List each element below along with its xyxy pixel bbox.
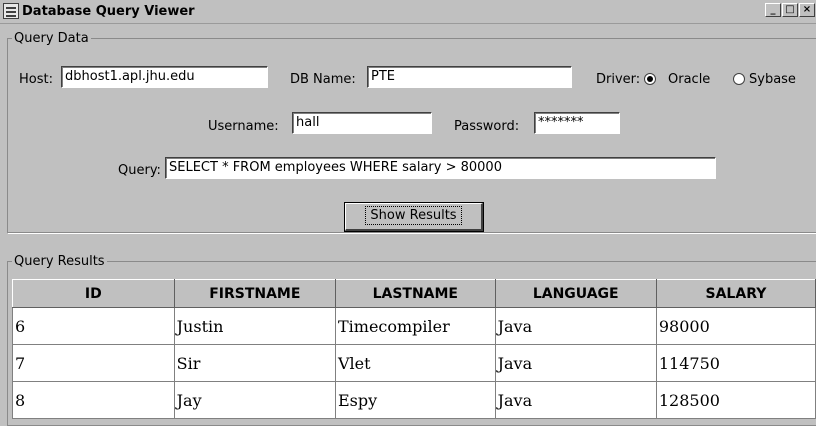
host-input[interactable]: dbhost1.apl.jhu.edu	[61, 66, 268, 88]
show-results-button[interactable]: Show Results	[344, 202, 484, 232]
cell-lastname[interactable]: Timecompiler	[334, 307, 496, 345]
table-row[interactable]: 8 Jay Espy Java 128500	[12, 381, 816, 419]
cell-firstname[interactable]: Jay	[173, 381, 336, 419]
query-label: Query:	[118, 163, 161, 178]
password-label: Password:	[454, 119, 520, 134]
cell-lastname[interactable]: Vlet	[334, 344, 496, 382]
app-icon[interactable]	[3, 3, 19, 19]
password-input[interactable]: *******	[534, 112, 620, 134]
close-button[interactable]: ×	[799, 3, 815, 17]
cell-salary[interactable]: 114750	[655, 344, 816, 382]
column-header-firstname[interactable]: FIRSTNAME	[173, 279, 336, 308]
username-label: Username:	[208, 119, 279, 134]
query-results-legend: Query Results	[14, 254, 105, 269]
dbname-label: DB Name:	[290, 72, 356, 87]
show-results-label: Show Results	[365, 206, 462, 225]
cell-id[interactable]: 8	[12, 381, 175, 419]
dbname-input[interactable]: PTE	[367, 66, 572, 88]
driver-label: Driver:	[596, 72, 641, 87]
cell-language[interactable]: Java	[494, 381, 657, 419]
column-header-id[interactable]: ID	[12, 279, 175, 308]
table-row[interactable]: 7 Sir Vlet Java 114750	[12, 344, 816, 382]
window-title: Database Query Viewer	[22, 4, 195, 19]
title-bar[interactable]: Database Query Viewer _ □ ×	[0, 0, 816, 24]
table-row[interactable]: 6 Justin Timecompiler Java 98000	[12, 307, 816, 345]
query-data-legend: Query Data	[14, 31, 89, 46]
column-header-lastname[interactable]: LASTNAME	[334, 279, 496, 308]
results-table: ID FIRSTNAME LASTNAME LANGUAGE SALARY 6 …	[12, 279, 816, 419]
oracle-radio[interactable]	[644, 73, 656, 85]
host-label: Host:	[19, 72, 53, 87]
column-header-salary[interactable]: SALARY	[655, 279, 816, 308]
cell-salary[interactable]: 128500	[655, 381, 816, 419]
results-header-row: ID FIRSTNAME LASTNAME LANGUAGE SALARY	[12, 279, 816, 308]
cell-firstname[interactable]: Justin	[173, 307, 336, 345]
radio-selected-dot	[647, 76, 653, 82]
cell-language[interactable]: Java	[494, 344, 657, 382]
cell-firstname[interactable]: Sir	[173, 344, 336, 382]
sybase-radio-label[interactable]: Sybase	[749, 72, 796, 87]
query-input[interactable]: SELECT * FROM employees WHERE salary > 8…	[165, 157, 716, 179]
sybase-radio[interactable]	[733, 73, 745, 85]
cell-lastname[interactable]: Espy	[334, 381, 496, 419]
oracle-radio-label[interactable]: Oracle	[668, 72, 710, 87]
cell-salary[interactable]: 98000	[655, 307, 816, 345]
cell-language[interactable]: Java	[494, 307, 657, 345]
maximize-button[interactable]: □	[782, 3, 798, 17]
username-input[interactable]: hall	[292, 112, 432, 134]
column-header-language[interactable]: LANGUAGE	[494, 279, 657, 308]
cell-id[interactable]: 7	[12, 344, 175, 382]
query-viewer-window: Database Query Viewer _ □ × Query Data H…	[0, 0, 816, 426]
cell-id[interactable]: 6	[12, 307, 175, 345]
minimize-button[interactable]: _	[765, 3, 781, 17]
